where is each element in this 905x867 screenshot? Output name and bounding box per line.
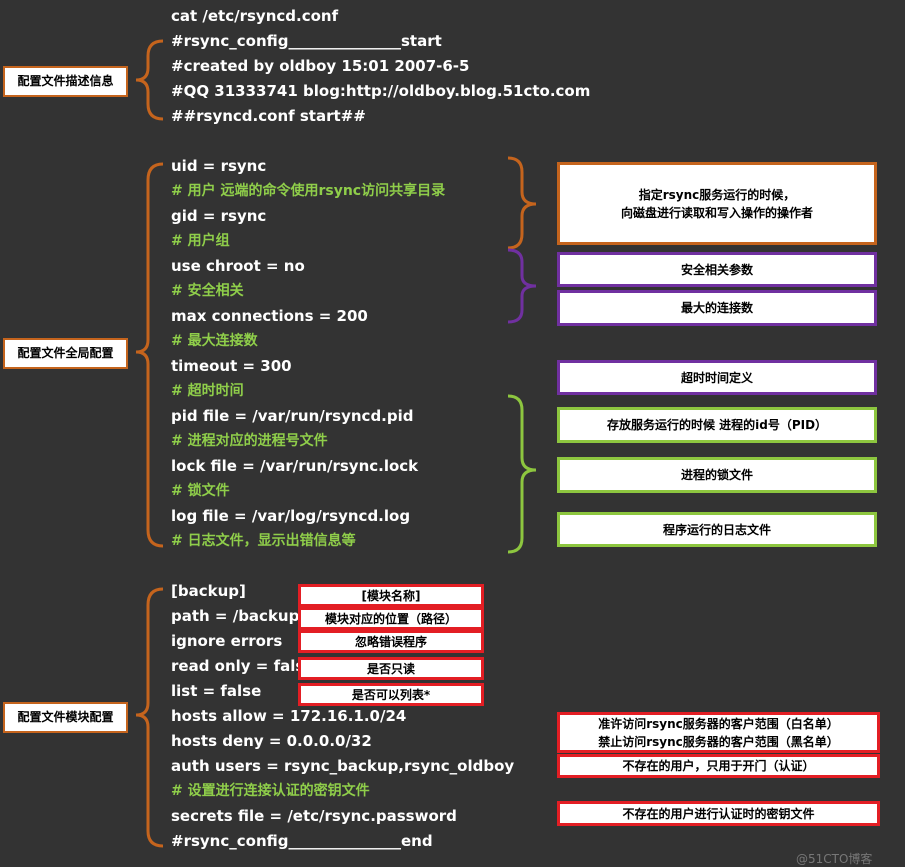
note-hosts-deny-label: 禁止访问rsync服务器的客户范围（黑名单）: [598, 734, 839, 749]
note-timeout-label: 超时时间定义: [680, 370, 753, 385]
note-ignore-errors: 忽略错误程序: [298, 630, 484, 653]
right-brace-files: [507, 394, 537, 554]
note-pid: 存放服务运行的时候 进程的id号（PID）: [557, 407, 877, 443]
left-brace-module: [135, 587, 164, 848]
note-user-line2: 向磁盘进行读取和写入操作的操作者: [620, 205, 813, 220]
note-timeout: 超时时间定义: [557, 360, 877, 395]
section-label-global: 配置文件全局配置: [3, 338, 128, 369]
note-user: 指定rsync服务运行的时候， 向磁盘进行读取和写入操作的操作者: [557, 162, 877, 245]
left-brace-global: [135, 162, 164, 548]
note-security-label: 安全相关参数: [680, 262, 753, 277]
note-auth-users: 不存在的用户，只用于开门（认证）: [557, 754, 880, 778]
note-max-connections: 最大的连接数: [557, 290, 877, 326]
note-lock: 进程的锁文件: [557, 457, 877, 493]
note-module-name-label: [模块名称]: [361, 588, 421, 603]
note-pid-label: 存放服务运行的时候 进程的id号（PID）: [606, 418, 828, 432]
note-list: 是否可以列表*: [298, 683, 484, 706]
note-read-only: 是否只读: [298, 657, 484, 680]
note-module-name: [模块名称]: [298, 584, 484, 607]
note-security: 安全相关参数: [557, 252, 877, 287]
note-log: 程序运行的日志文件: [557, 512, 877, 547]
left-brace-description: [135, 39, 164, 121]
note-secrets: 不存在的用户进行认证时的密钥文件: [557, 801, 880, 826]
right-brace-user: [507, 156, 537, 250]
note-hosts-allow-label: 准许访问rsync服务器的客户范围（白名单）: [598, 716, 839, 731]
note-module-path-label: 模块对应的位置（路径）: [324, 611, 457, 626]
note-max-connections-label: 最大的连接数: [680, 301, 753, 315]
note-log-label: 程序运行的日志文件: [662, 522, 771, 537]
note-list-label: 是否可以列表*: [351, 687, 431, 702]
note-ignore-errors-label: 忽略错误程序: [354, 634, 427, 649]
section-label-module: 配置文件模块配置: [3, 702, 128, 733]
note-lock-label: 进程的锁文件: [680, 468, 753, 482]
watermark: @51CTO博客: [796, 852, 873, 866]
section-label-description: 配置文件描述信息: [3, 66, 128, 97]
note-read-only-label: 是否只读: [366, 661, 415, 676]
right-brace-security: [507, 248, 537, 324]
note-module-path: 模块对应的位置（路径）: [298, 607, 484, 630]
note-auth-users-label: 不存在的用户，只用于开门（认证）: [622, 759, 815, 773]
note-user-line1: 指定rsync服务运行的时候，: [638, 187, 796, 202]
note-hosts: 准许访问rsync服务器的客户范围（白名单） 禁止访问rsync服务器的客户范围…: [557, 712, 880, 753]
note-secrets-label: 不存在的用户进行认证时的密钥文件: [622, 806, 815, 821]
